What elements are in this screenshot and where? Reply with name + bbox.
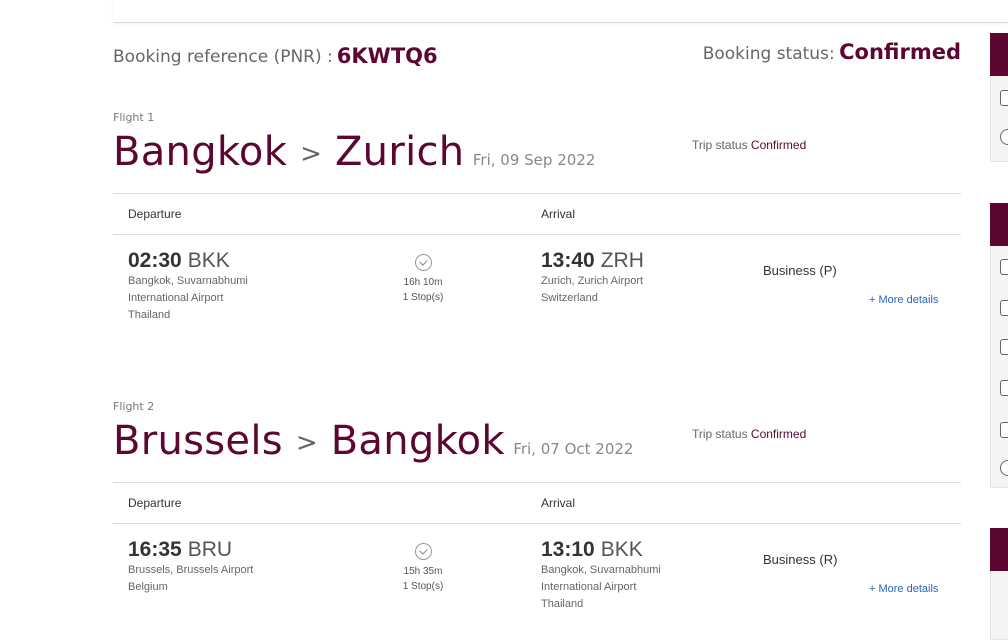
plane-icon[interactable] (1000, 422, 1008, 438)
flight-label: Flight 2 (113, 400, 155, 413)
top-bar (113, 0, 1008, 23)
duration-icon (415, 254, 432, 271)
upgrade-icon[interactable] (1000, 380, 1008, 396)
booking-summary: Booking reference (PNR) :6KWTQ6 Booking … (113, 36, 961, 68)
trip-status: Trip status Confirmed (692, 427, 806, 441)
cabin-class: Business (P) (763, 263, 837, 278)
printer-icon[interactable] (1000, 90, 1008, 106)
trip-status: Trip status Confirmed (692, 138, 806, 152)
chevron-right-icon: > (300, 139, 322, 169)
departure-header: Departure (128, 496, 182, 510)
side-panel-header (990, 203, 1008, 246)
arrival-airport: Bangkok, Suvarnabhumi International Airp… (541, 564, 661, 610)
pnr-value: 6KWTQ6 (336, 44, 438, 68)
departure-time: 02:30 BKK (128, 249, 230, 272)
booking-status-value: Confirmed (839, 40, 961, 64)
flight-date: Fri, 09 Sep 2022 (472, 151, 596, 169)
arrival-code: BKK (600, 538, 643, 561)
departure-code: BRU (187, 538, 233, 561)
segment-row: 02:30 BKK Bangkok, Suvarnabhumi Internati… (113, 249, 961, 339)
flight-duration: 15h 35m 1 Stop(s) (402, 566, 444, 592)
trip-status-value: Confirmed (750, 138, 807, 152)
calendar-icon[interactable] (1000, 339, 1008, 355)
duration-icon (415, 543, 432, 560)
chevron-right-icon: > (295, 428, 318, 458)
arrival-time: 13:40 ZRH (541, 249, 644, 272)
side-panel-services (990, 246, 1008, 488)
origin-city: Brussels (113, 418, 283, 464)
more-details-link[interactable]: + More details (869, 583, 938, 595)
destination-city: Zurich (334, 129, 465, 175)
flight-date: Fri, 07 Oct 2022 (513, 440, 634, 458)
arrival-time: 13:10 BKK (541, 538, 643, 561)
departure-time: 16:35 BRU (128, 538, 233, 561)
arrival-airport: Zurich, Zurich Airport Switzerland (541, 275, 644, 304)
booking-status-label: Booking status: (702, 44, 835, 64)
departure-code: BKK (187, 249, 230, 272)
flight-route: Bangkok > Zurich Fri, 09 Sep 2022 (113, 129, 595, 175)
side-panel-footer (990, 571, 1008, 640)
segment-row: 16:35 BRU Brussels, Brussels Airport Belg… (113, 538, 961, 628)
more-details-link[interactable]: + More details (869, 294, 938, 306)
arrival-header: Arrival (541, 496, 576, 510)
luggage-icon[interactable] (1000, 259, 1008, 275)
flight-route: Brussels > Bangkok Fri, 07 Oct 2022 (113, 418, 633, 464)
origin-city: Bangkok (113, 129, 288, 175)
side-panel-actions (990, 76, 1008, 162)
segment-header: Departure Arrival (113, 482, 961, 524)
destination-city: Bangkok (330, 418, 505, 464)
departure-airport: Brussels, Brussels Airport Belgium (128, 564, 254, 593)
pnr-label: Booking reference (PNR) :6KWTQ6 (113, 44, 438, 68)
meal-icon[interactable] (1000, 460, 1008, 476)
arrival-code: ZRH (600, 249, 644, 272)
booking-status: Booking status: Confirmed (703, 40, 961, 64)
side-panel-header (990, 33, 1008, 76)
seat-icon[interactable] (1000, 300, 1008, 316)
side-panel (990, 0, 1008, 640)
segment-header: Departure Arrival (113, 193, 961, 235)
flight-label: Flight 1 (113, 111, 155, 124)
departure-header: Departure (128, 207, 182, 221)
info-icon[interactable] (1000, 129, 1008, 145)
side-panel-header (990, 528, 1008, 571)
trip-status-value: Confirmed (750, 427, 807, 441)
cabin-class: Business (R) (763, 552, 838, 567)
arrival-header: Arrival (541, 207, 576, 221)
trip-status-label: Trip status (692, 427, 748, 441)
flight-duration: 16h 10m 1 Stop(s) (402, 277, 444, 303)
trip-status-label: Trip status (692, 138, 748, 152)
departure-airport: Bangkok, Suvarnabhumi International Airp… (128, 275, 248, 321)
